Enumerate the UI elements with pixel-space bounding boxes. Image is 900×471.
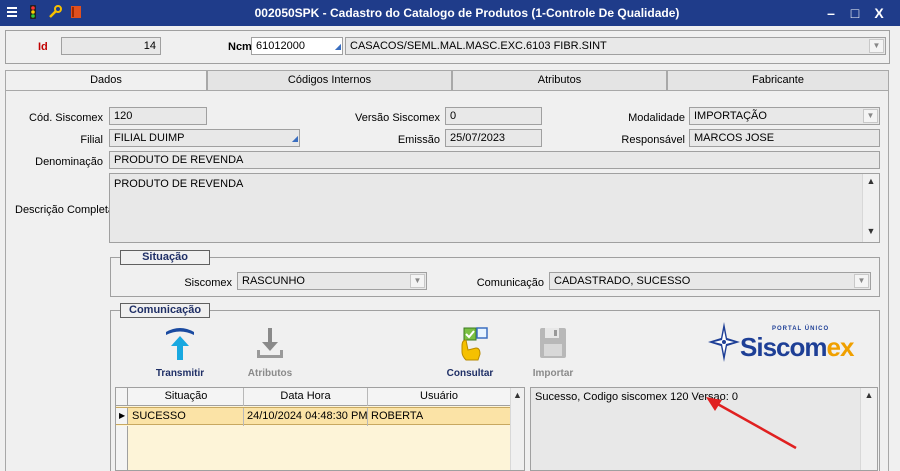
modalidade-select[interactable]: IMPORTAÇÃO ▼: [689, 107, 880, 125]
comunicacao-title: Comunicação: [120, 303, 210, 318]
id-field[interactable]: 14: [61, 37, 161, 55]
transmitir-label: Transmitir: [155, 368, 205, 379]
versao-siscomex-label: Versão Siscomex: [355, 112, 440, 124]
situacao-comunicacao-label: Comunicação: [476, 277, 544, 289]
close-button[interactable]: X: [872, 5, 886, 21]
checkbox-hand-icon: [461, 327, 488, 361]
row-pointer-icon: ▶: [119, 411, 126, 420]
row-indicator: ▶: [116, 408, 128, 424]
responsavel-label: Responsável: [621, 134, 685, 146]
tab-dados[interactable]: Dados: [5, 70, 207, 91]
menu-icon[interactable]: [6, 6, 18, 21]
situacao-comunicacao-value: CADASTRADO, SUCESSO: [554, 275, 691, 287]
header-panel: Id 14 Ncm 61012000 ◢ CASACOS/SEML.MAL.MA…: [5, 30, 890, 64]
modalidade-label: Modalidade: [628, 112, 685, 124]
chevron-up-icon[interactable]: ▲: [861, 390, 877, 404]
tab-bar: Dados Códigos Internos Atributos Fabrica…: [5, 70, 889, 91]
column-header-situacao[interactable]: Situação: [129, 388, 244, 406]
comunicacao-grid[interactable]: Situação Data Hora Usuário ▶ SUCESSO 24/…: [115, 387, 525, 471]
cell-usuario[interactable]: ROBERTA: [368, 408, 511, 426]
compass-star-icon: [708, 322, 740, 362]
maximize-button[interactable]: □: [848, 5, 862, 21]
ncm-code-value: 61012000: [256, 40, 305, 52]
atributos-button[interactable]: Atributos: [240, 324, 300, 379]
descricao-value: PRODUTO DE REVENDA: [114, 178, 244, 190]
window-controls: – □ X: [824, 5, 900, 21]
responsavel-field[interactable]: MARCOS JOSE: [689, 129, 880, 147]
wrench-icon[interactable]: [48, 4, 62, 22]
cod-siscomex-field[interactable]: 120: [109, 107, 207, 125]
denominacao-field[interactable]: PRODUTO DE REVENDA: [109, 151, 880, 169]
column-header-data-hora[interactable]: Data Hora: [244, 388, 368, 406]
lookup-icon[interactable]: ◢: [292, 131, 298, 146]
consultar-label: Consultar: [446, 368, 494, 379]
chevron-down-icon[interactable]: ▼: [854, 274, 869, 288]
chevron-up-icon[interactable]: ▲: [511, 390, 524, 404]
tab-fabricante[interactable]: Fabricante: [667, 70, 889, 90]
descricao-label: Descrição Completa: [15, 204, 115, 216]
tab-atributos[interactable]: Atributos: [452, 70, 667, 90]
filial-label: Filial: [80, 134, 103, 146]
chevron-down-icon[interactable]: ▼: [863, 226, 879, 240]
grid-corner: [116, 388, 128, 405]
transmit-icon: [166, 328, 194, 360]
column-header-usuario[interactable]: Usuário: [368, 388, 511, 406]
chevron-down-icon[interactable]: ▼: [410, 274, 425, 288]
importar-label: Importar: [532, 368, 574, 379]
logo-word-main: Siscom: [740, 332, 827, 362]
cod-siscomex-label: Cód. Siscomex: [29, 112, 103, 124]
row-indicator-column: [116, 426, 128, 470]
annotation-arrow-icon: [706, 397, 797, 450]
filial-field[interactable]: FILIAL DUIMP ◢: [109, 129, 300, 147]
grid-header: Situação Data Hora Usuário: [116, 388, 524, 406]
situacao-comunicacao-select[interactable]: CADASTRADO, SUCESSO ▼: [549, 272, 871, 290]
versao-siscomex-field[interactable]: 0: [445, 107, 542, 125]
descricao-scrollbar[interactable]: ▲ ▼: [862, 174, 879, 242]
table-row[interactable]: ▶ SUCESSO 24/10/2024 04:48:30 PM ROBERTA: [116, 407, 524, 426]
siscomex-logo: PORTAL ÚNICO Siscomex: [706, 320, 856, 368]
download-tray-icon: [257, 328, 283, 358]
id-label: Id: [38, 41, 48, 53]
minimize-button[interactable]: –: [824, 5, 838, 21]
traffic-light-icon[interactable]: [26, 4, 40, 22]
filial-value: FILIAL DUIMP: [114, 132, 185, 144]
chevron-up-icon[interactable]: ▲: [863, 176, 879, 190]
importar-button[interactable]: Importar: [523, 324, 583, 379]
logo-wordmark: Siscomex: [740, 332, 855, 363]
emissao-field[interactable]: 25/07/2023: [445, 129, 542, 147]
floppy-disk-icon: [540, 328, 566, 358]
window-titlebar: 002050SPK - Cadastro do Catalogo de Prod…: [0, 0, 900, 26]
ncm-description-select[interactable]: CASACOS/SEML.MAL.MASC.EXC.6103 FIBR.SINT…: [345, 37, 886, 55]
situacao-siscomex-label: Siscomex: [184, 277, 232, 289]
transmitir-button[interactable]: Transmitir: [150, 324, 210, 379]
denominacao-label: Denominação: [35, 156, 103, 168]
chevron-down-icon[interactable]: ▼: [869, 39, 884, 53]
cell-data-hora[interactable]: 24/10/2024 04:48:30 PM: [244, 408, 368, 426]
emissao-label: Emissão: [397, 134, 440, 146]
atributos-label: Atributos: [247, 368, 293, 379]
ncm-description-value: CASACOS/SEML.MAL.MASC.EXC.6103 FIBR.SINT: [350, 40, 607, 52]
grid-scrollbar[interactable]: ▲: [510, 388, 524, 470]
descricao-textarea[interactable]: PRODUTO DE REVENDA ▲ ▼: [109, 173, 880, 243]
tab-codigos-internos[interactable]: Códigos Internos: [207, 70, 452, 90]
titlebar-icons: [0, 4, 110, 22]
situacao-title: Situação: [120, 250, 210, 265]
logo-word-accent: ex: [826, 332, 855, 362]
book-icon[interactable]: [70, 5, 82, 22]
cell-situacao[interactable]: SUCESSO: [129, 408, 244, 426]
lookup-icon[interactable]: ◢: [335, 39, 341, 54]
consultar-button[interactable]: Consultar: [440, 324, 500, 379]
ncm-code-field[interactable]: 61012000 ◢: [251, 37, 343, 55]
message-scrollbar[interactable]: ▲: [860, 388, 877, 470]
window-title: 002050SPK - Cadastro do Catalogo de Prod…: [254, 6, 680, 20]
chevron-down-icon[interactable]: ▼: [863, 109, 878, 123]
modalidade-value: IMPORTAÇÃO: [694, 110, 767, 122]
situacao-siscomex-value: RASCUNHO: [242, 275, 305, 287]
ncm-label: Ncm: [228, 41, 252, 53]
situacao-siscomex-select[interactable]: RASCUNHO ▼: [237, 272, 427, 290]
